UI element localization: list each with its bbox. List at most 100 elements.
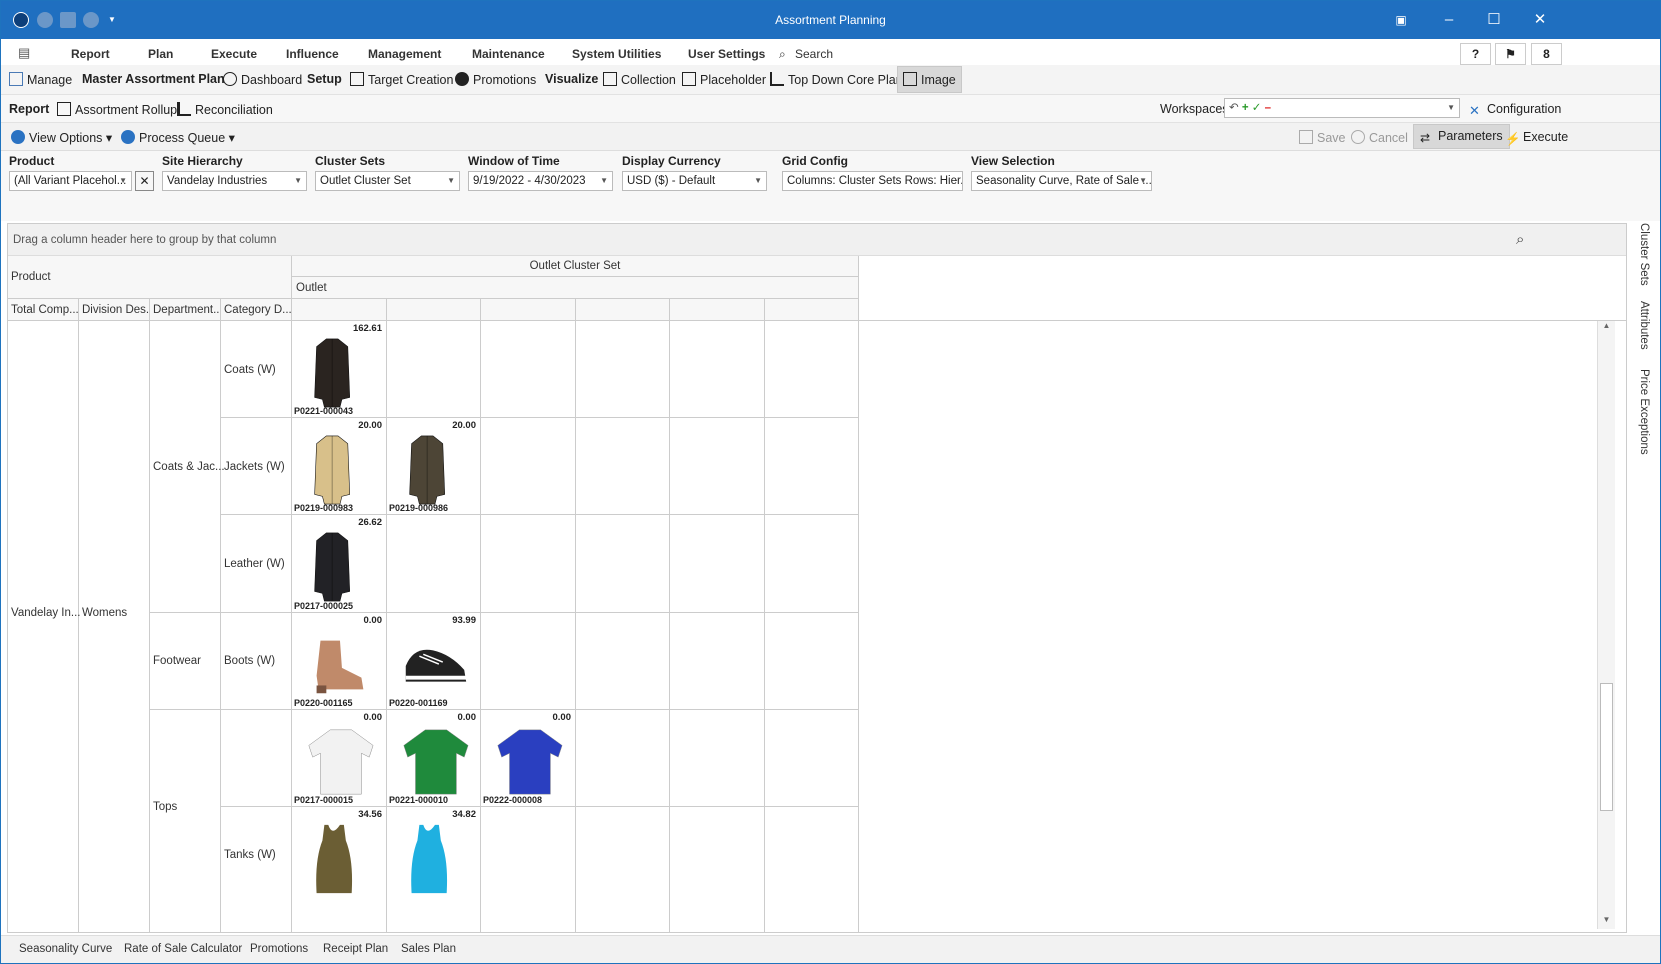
image-cell[interactable] [481,807,576,932]
undo-icon[interactable]: ↶ [1229,102,1239,114]
image-cell[interactable] [576,613,670,710]
image-cell[interactable] [387,321,481,418]
display-currency-select[interactable]: USD ($) - Default ▼ [622,171,767,191]
image-cell[interactable]: 20.00 P0219-000986 [387,418,481,515]
maximize-button[interactable]: ☐ [1482,9,1506,31]
image-cell[interactable] [670,613,765,710]
menu-influence[interactable]: Influence [286,47,339,61]
window-of-time-select[interactable]: 9/19/2022 - 4/30/2023 ▼ [468,171,613,191]
menu-execute[interactable]: Execute [211,47,257,61]
product-select[interactable]: (All Variant Placehol... ▼ [9,171,132,191]
menu-plan[interactable]: Plan [148,47,173,61]
view-options-button[interactable]: View Options ▾ [11,130,112,145]
image-cell[interactable] [576,321,670,418]
image-cell[interactable]: 162.61 P0221-000043 [292,321,387,418]
image-cell[interactable]: 0.00 P0220-001165 [292,613,387,710]
top-down-core-plan-button[interactable]: Top Down Core Plan [770,72,903,87]
setup-button[interactable]: Setup [307,72,342,86]
tab-rate-of-sale-calculator[interactable]: Rate of Sale Calculator [124,943,242,955]
image-cell[interactable] [481,613,576,710]
parameters-button[interactable]: ⇄ Parameters [1413,124,1510,149]
scroll-thumb[interactable] [1600,683,1613,811]
close-button[interactable]: ✕ [1528,9,1552,31]
side-tab-price-exceptions[interactable]: Price Exceptions [1638,369,1650,455]
menu-search[interactable]: Search [795,47,833,61]
check-icon[interactable]: ✓ [1252,102,1262,114]
tab-sales-plan[interactable]: Sales Plan [401,943,456,955]
image-cell[interactable] [670,515,765,613]
image-cell[interactable] [576,807,670,932]
visualize-button[interactable]: Visualize [545,72,598,86]
collection-button[interactable]: Collection [603,72,676,87]
image-cell[interactable] [576,418,670,515]
search-icon[interactable]: ⌕ [779,47,786,62]
col-header-division[interactable]: Division Des... [79,299,150,321]
image-cell[interactable] [387,515,481,613]
master-assortment-plan-button[interactable]: Master Assortment Plan [82,72,225,86]
target-creation-button[interactable]: Target Creation [350,72,453,87]
image-cell[interactable]: 26.62 P0217-000025 [292,515,387,613]
image-cell[interactable] [765,418,859,515]
site-hierarchy-select[interactable]: Vandelay Industries ▼ [162,171,307,191]
image-cell[interactable] [765,807,859,932]
workspaces-select[interactable]: ↶ + ✓ – ▼ [1224,98,1460,118]
remove-icon[interactable]: – [1265,102,1271,114]
col-header-image-6[interactable] [765,299,859,321]
col-header-department[interactable]: Department... [150,299,221,321]
promotions-button[interactable]: Promotions [455,72,536,87]
notification-count[interactable]: 8 [1531,43,1562,65]
view-selection-select[interactable]: Seasonality Curve, Rate of Sale ... ▼ [971,171,1152,191]
menu-maintenance[interactable]: Maintenance [472,47,545,61]
menu-report[interactable]: Report [71,47,110,61]
image-cell[interactable] [576,515,670,613]
dashboard-button[interactable]: Dashboard [223,72,302,87]
image-cell[interactable] [670,710,765,807]
reconciliation-button[interactable]: Reconciliation [177,102,273,117]
configuration-button[interactable]: ✕ Configuration [1469,102,1561,118]
menu-system-utilities[interactable]: System Utilities [572,47,661,61]
add-icon[interactable]: + [1242,102,1249,114]
col-header-image-5[interactable] [670,299,765,321]
flag-button[interactable]: ⚑ [1495,43,1526,65]
image-cell[interactable]: 0.00 P0222-000008 [481,710,576,807]
col-header-image-4[interactable] [576,299,670,321]
save-button[interactable]: Save [1299,130,1346,145]
image-cell[interactable] [670,807,765,932]
tab-seasonality-curve[interactable]: Seasonality Curve [19,943,112,955]
manage-button[interactable]: Manage [9,72,72,87]
image-cell[interactable] [481,321,576,418]
image-cell[interactable] [765,515,859,613]
grid-config-select[interactable]: Columns: Cluster Sets Rows: Hier... ··· [782,171,963,191]
menu-user-settings[interactable]: User Settings [688,47,765,61]
image-cell[interactable] [765,710,859,807]
image-cell[interactable]: 0.00 P0217-000015 [292,710,387,807]
placeholder-button[interactable]: Placeholder [682,72,766,87]
image-button[interactable]: Image [897,66,962,93]
assortment-rollup-button[interactable]: Assortment Rollup [57,102,177,117]
help-button[interactable]: ? [1460,43,1491,65]
image-cell[interactable] [481,515,576,613]
tab-receipt-plan[interactable]: Receipt Plan [323,943,388,955]
scroll-up-arrow[interactable]: ▲ [1598,321,1615,335]
group-by-panel[interactable]: Drag a column header here to group by th… [8,224,1626,256]
image-cell[interactable]: 20.00 P0219-000983 [292,418,387,515]
image-cell[interactable] [576,710,670,807]
cancel-button[interactable]: Cancel [1351,130,1408,145]
process-queue-button[interactable]: Process Queue ▾ [121,130,235,145]
tab-promotions[interactable]: Promotions [250,943,308,955]
product-tools-button[interactable]: ✕ [135,171,154,191]
image-cell[interactable]: 0.00 P0221-000010 [387,710,481,807]
execute-button[interactable]: ⚡ Execute [1505,130,1568,146]
col-header-image-2[interactable] [387,299,481,321]
image-cell[interactable]: 93.99 P0220-001169 [387,613,481,710]
scroll-down-arrow[interactable]: ▼ [1598,915,1615,929]
search-icon[interactable]: ⌕ [1516,231,1524,248]
vertical-scrollbar[interactable]: ▲ ▼ [1597,321,1615,929]
image-cell[interactable] [765,613,859,710]
menu-management[interactable]: Management [368,47,441,61]
col-header-total-company[interactable]: Total Comp... [8,299,79,321]
layout-icon[interactable]: ▣ [1389,9,1413,31]
cluster-sets-select[interactable]: Outlet Cluster Set ▼ [315,171,460,191]
image-cell[interactable]: 34.82 [387,807,481,932]
side-tab-cluster-sets[interactable]: Cluster Sets [1638,223,1650,286]
